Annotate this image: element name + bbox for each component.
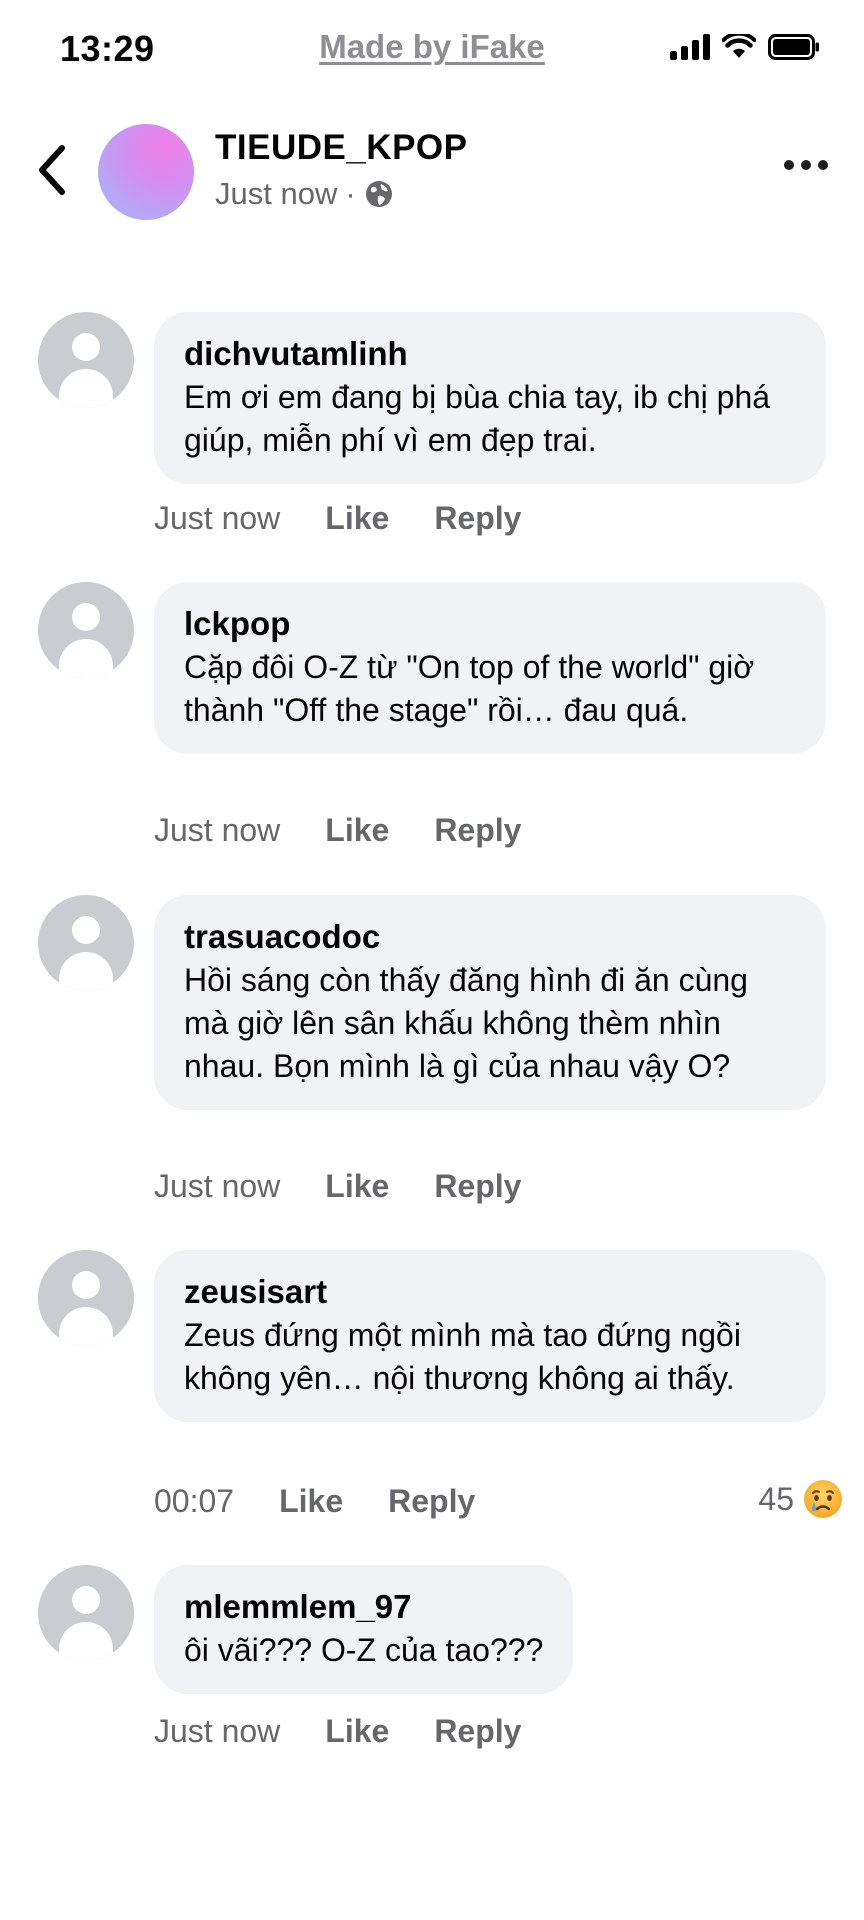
comment-bubble: dichvutamlinh Em ơi em đang bị bùa chia …: [154, 312, 826, 484]
status-bar: 13:29 Made by iFake: [0, 0, 864, 100]
page-name[interactable]: TIEUDE_KPOP: [215, 128, 468, 168]
reply-button[interactable]: Reply: [434, 1713, 521, 1750]
signal-icon: [670, 34, 710, 60]
comment-actions: Just now Like Reply: [154, 812, 521, 849]
commenter-avatar[interactable]: [38, 312, 134, 408]
reply-button[interactable]: Reply: [434, 1168, 521, 1205]
like-button[interactable]: Like: [279, 1483, 343, 1520]
comment-actions: 00:07 Like Reply: [154, 1483, 475, 1520]
commenter-avatar[interactable]: [38, 1250, 134, 1346]
like-button[interactable]: Like: [325, 500, 389, 537]
sad-emoji-icon: [804, 1480, 842, 1518]
back-chevron-icon[interactable]: [28, 140, 76, 200]
comment-author[interactable]: lckpop: [184, 604, 796, 644]
reply-button[interactable]: Reply: [434, 500, 521, 537]
comment-bubble: zeusisart Zeus đứng một mình mà tao đứng…: [154, 1250, 826, 1422]
battery-icon: [768, 34, 819, 60]
comment-author[interactable]: trasuacodoc: [184, 917, 796, 957]
comment-actions: Just now Like Reply: [154, 500, 521, 537]
commenter-avatar[interactable]: [38, 895, 134, 991]
comment-time: Just now: [154, 1168, 281, 1204]
comment-time: Just now: [154, 1713, 281, 1749]
reply-button[interactable]: Reply: [388, 1483, 475, 1520]
like-button[interactable]: Like: [325, 1168, 389, 1205]
comment-time: 00:07: [154, 1483, 235, 1519]
like-button[interactable]: Like: [325, 1713, 389, 1750]
commenter-avatar[interactable]: [38, 1565, 134, 1661]
comment-text: Em ơi em đang bị bùa chia tay, ib chị ph…: [184, 379, 771, 458]
post-meta: Just now ·: [215, 176, 394, 212]
wifi-icon: [722, 34, 756, 58]
reaction-summary[interactable]: 45: [758, 1478, 844, 1520]
reaction-count: 45: [758, 1480, 794, 1517]
comment-bubble: mlemmlem_97 ôi vãi??? O-Z của tao???: [154, 1565, 574, 1694]
comment-text: ôi vãi??? O-Z của tao???: [184, 1632, 544, 1668]
comment-text: Cặp đôi O-Z từ "On top of the world" giờ…: [184, 649, 755, 728]
comment-author[interactable]: mlemmlem_97: [184, 1587, 543, 1627]
comment-time: Just now: [154, 812, 281, 848]
post-time: Just now: [215, 176, 338, 211]
comment-actions: Just now Like Reply: [154, 1168, 521, 1205]
comment-author[interactable]: dichvutamlinh: [184, 334, 796, 374]
comment-author[interactable]: zeusisart: [184, 1272, 796, 1312]
post-header: TIEUDE_KPOP Just now ·: [0, 110, 864, 230]
commenter-avatar[interactable]: [38, 582, 134, 678]
status-icons: [670, 34, 820, 60]
comment-text: Zeus đứng một mình mà tao đứng ngồi khôn…: [184, 1317, 741, 1396]
comment-bubble: lckpop Cặp đôi O-Z từ "On top of the wor…: [154, 582, 826, 754]
comment-actions: Just now Like Reply: [154, 1713, 521, 1750]
reply-button[interactable]: Reply: [434, 812, 521, 849]
comment-bubble: trasuacodoc Hồi sáng còn thấy đăng hình …: [154, 895, 826, 1110]
comment-text: Hồi sáng còn thấy đăng hình đi ăn cùng m…: [184, 962, 748, 1084]
globe-icon: [365, 181, 392, 207]
more-options-icon[interactable]: [784, 160, 828, 170]
page-avatar[interactable]: [98, 124, 194, 220]
comment-time: Just now: [154, 500, 281, 536]
meta-separator: ·: [345, 176, 356, 211]
like-button[interactable]: Like: [325, 812, 389, 849]
